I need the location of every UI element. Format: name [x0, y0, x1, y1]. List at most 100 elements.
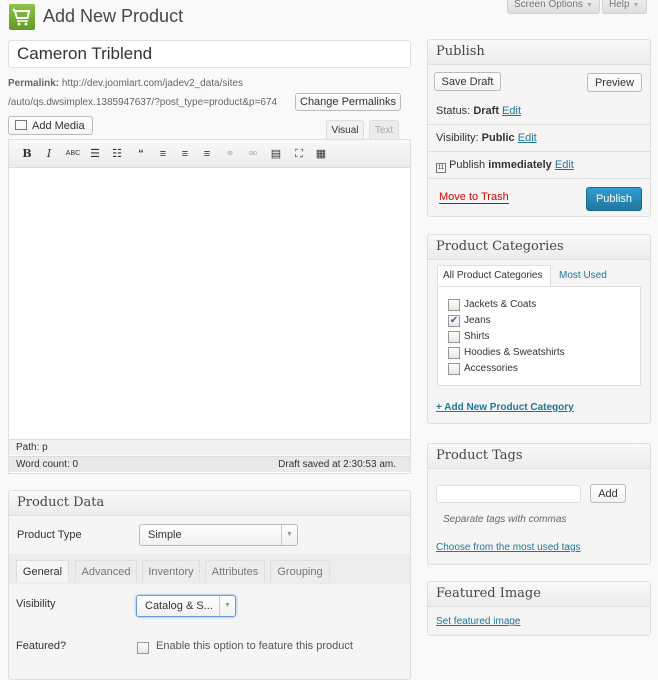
- product-type-select[interactable]: Simple ▼: [139, 524, 298, 546]
- page-title: Add New Product: [43, 6, 184, 26]
- align-center-icon[interactable]: ≡: [177, 146, 193, 162]
- category-label: Jackets & Coats: [464, 299, 537, 310]
- change-permalinks-button[interactable]: Change Permalinks: [295, 93, 401, 111]
- tab-general[interactable]: General: [16, 560, 69, 582]
- chevron-down-icon: ▼: [219, 596, 235, 616]
- publish-title: Publish: [428, 40, 650, 65]
- calendar-icon: 11: [436, 163, 446, 173]
- category-label: Accessories: [464, 363, 518, 374]
- visibility-value: Public: [481, 132, 515, 144]
- add-media-icon: [15, 119, 27, 130]
- category-checkbox-jackets-coats[interactable]: [448, 299, 460, 311]
- visibility-row: Visibility: Public Edit: [436, 132, 537, 144]
- publish-panel: Publish Save Draft Preview Status: Draft…: [427, 39, 651, 217]
- editor-toolbar: B I ABC ☰ ☷ “ ≡ ≡ ≡ ⚭ ⚮ ▤ ⛶ ▦: [9, 140, 410, 168]
- tab-grouping[interactable]: Grouping: [270, 560, 330, 582]
- help-button[interactable]: Help ▼: [602, 0, 647, 14]
- italic-icon[interactable]: I: [41, 146, 57, 162]
- tab-most-used[interactable]: Most Used: [559, 270, 607, 281]
- edit-status-link[interactable]: Edit: [502, 105, 521, 117]
- draft-saved-status: Draft saved at 2:30:53 am.: [278, 459, 396, 470]
- editor-footer: Word count: 0 Draft saved at 2:30:53 am.: [9, 456, 410, 472]
- catalog-visibility-value: Catalog & S...: [145, 600, 213, 612]
- category-checkbox-accessories[interactable]: [448, 363, 460, 375]
- chevron-down-icon: ▼: [585, 2, 593, 9]
- word-count: Word count: 0: [16, 459, 79, 470]
- category-checkbox-hoodies-sweatshirts[interactable]: [448, 347, 460, 359]
- screen-options-label: Screen Options: [514, 0, 583, 10]
- product-type-label: Product Type: [17, 529, 82, 541]
- product-title-input[interactable]: [8, 40, 411, 68]
- add-tag-button[interactable]: Add: [590, 484, 626, 503]
- editor-path: Path: p: [9, 439, 410, 455]
- align-right-icon[interactable]: ≡: [199, 146, 215, 162]
- featured-label: Featured?: [16, 640, 67, 652]
- tab-inventory[interactable]: Inventory: [142, 560, 200, 582]
- publish-label: Publish: [449, 159, 486, 171]
- product-tags-panel: Product Tags Add Separate tags with comm…: [427, 443, 651, 565]
- product-categories-title: Product Categories: [428, 235, 650, 260]
- category-label: Hoodies & Sweatshirts: [464, 347, 565, 358]
- catalog-visibility-select[interactable]: Catalog & S... ▼: [136, 595, 236, 617]
- add-media-button[interactable]: Add Media: [8, 116, 93, 135]
- status-value: Draft: [473, 105, 499, 117]
- permalink-label: Permalink:: [8, 78, 60, 89]
- fullscreen-icon[interactable]: ⛶: [291, 146, 307, 162]
- tab-advanced[interactable]: Advanced: [75, 560, 137, 582]
- product-type-value: Simple: [148, 529, 182, 541]
- tags-hint: Separate tags with commas: [443, 514, 567, 525]
- category-checkbox-jeans[interactable]: ✔: [448, 315, 460, 327]
- bold-icon[interactable]: B: [19, 146, 35, 162]
- permalink-url-part1: http://dev.joomlart.com/jadev2_data/site…: [61, 78, 243, 89]
- edit-schedule-link[interactable]: Edit: [555, 159, 574, 171]
- new-tag-input[interactable]: [436, 485, 581, 503]
- tab-attributes[interactable]: Attributes: [205, 560, 265, 582]
- add-new-category-link[interactable]: + Add New Product Category: [436, 402, 574, 413]
- featured-image-title: Featured Image: [428, 582, 650, 607]
- blockquote-icon[interactable]: “: [133, 146, 149, 162]
- publish-value: immediately: [488, 159, 552, 171]
- bullet-list-icon[interactable]: ☰: [87, 146, 103, 162]
- permalink-url-part2: /auto/qs.dwsimplex.1385947637/?post_type…: [8, 97, 278, 108]
- editor-body[interactable]: [9, 168, 410, 440]
- status-label: Status:: [436, 105, 471, 117]
- category-label: Jeans: [464, 315, 491, 326]
- status-row: Status: Draft Edit: [436, 105, 521, 117]
- chevron-down-icon: ▼: [632, 2, 640, 9]
- featured-checkbox[interactable]: [137, 642, 149, 654]
- save-draft-button[interactable]: Save Draft: [434, 72, 501, 91]
- featured-description: Enable this option to feature this produ…: [156, 640, 353, 652]
- screen-options-button[interactable]: Screen Options ▼: [507, 0, 600, 14]
- product-tags-title: Product Tags: [428, 444, 650, 469]
- kitchen-sink-icon[interactable]: ▦: [313, 146, 329, 162]
- insert-link-icon[interactable]: ⚭: [222, 146, 238, 162]
- set-featured-image-link[interactable]: Set featured image: [436, 616, 521, 627]
- product-cart-icon: [9, 4, 35, 30]
- publish-button[interactable]: Publish: [586, 187, 642, 211]
- choose-most-used-tags-link[interactable]: Choose from the most used tags: [436, 542, 581, 553]
- category-checkbox-shirts[interactable]: [448, 331, 460, 343]
- product-categories-panel: Product Categories All Product Categorie…: [427, 234, 651, 424]
- schedule-row: 11 Publish immediately Edit: [436, 159, 574, 173]
- edit-visibility-link[interactable]: Edit: [518, 132, 537, 144]
- content-editor: B I ABC ☰ ☷ “ ≡ ≡ ≡ ⚭ ⚮ ▤ ⛶ ▦ Path: p Wo…: [8, 139, 411, 474]
- visibility-label: Visibility: [16, 598, 56, 610]
- read-more-icon[interactable]: ▤: [268, 146, 284, 162]
- visibility-label: Visibility:: [436, 132, 479, 144]
- align-left-icon[interactable]: ≡: [155, 146, 171, 162]
- category-checklist: Jackets & Coats ✔ Jeans Shirts Hoodies &…: [437, 286, 641, 386]
- numbered-list-icon[interactable]: ☷: [109, 146, 125, 162]
- tab-visual[interactable]: Visual: [326, 120, 364, 140]
- product-data-title: Product Data: [9, 491, 410, 516]
- strikethrough-icon[interactable]: ABC: [65, 146, 81, 162]
- chevron-down-icon: ▼: [281, 525, 297, 545]
- tab-all-categories[interactable]: All Product Categories: [437, 265, 551, 286]
- checkmark-icon: ✔: [449, 315, 459, 326]
- tab-text[interactable]: Text: [369, 120, 399, 140]
- preview-button[interactable]: Preview: [587, 73, 642, 92]
- featured-image-panel: Featured Image Set featured image: [427, 581, 651, 636]
- move-to-trash-link[interactable]: Move to Trash: [439, 191, 509, 204]
- help-label: Help: [609, 0, 630, 10]
- unlink-icon[interactable]: ⚮: [245, 146, 261, 162]
- permalink-line1: Permalink: http://dev.joomlart.com/jadev…: [8, 78, 243, 89]
